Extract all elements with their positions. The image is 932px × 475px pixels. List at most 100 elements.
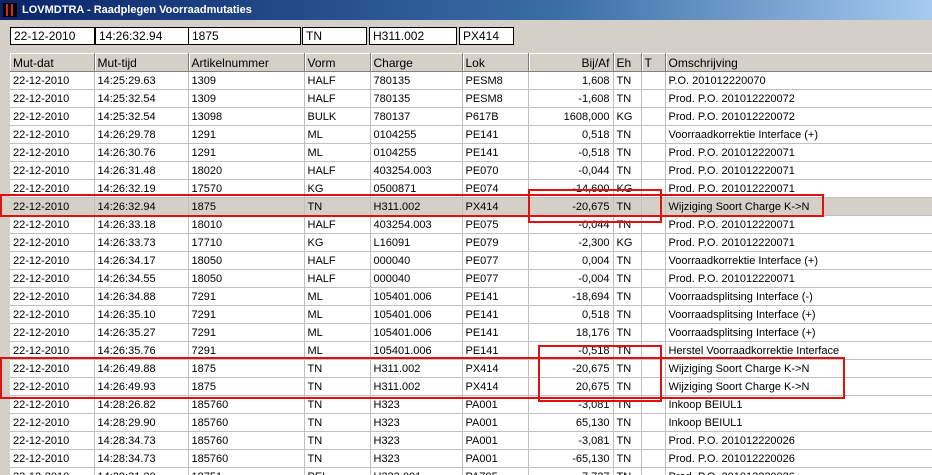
table-cell: 65,130 [528, 413, 614, 432]
charge-filter[interactable]: H311.002 [369, 27, 457, 45]
table-cell: -14,600 [528, 179, 614, 198]
table-cell: 0,004 [528, 251, 614, 270]
table-cell: Wijziging Soort Charge K->N [665, 197, 932, 216]
table-cell: 1875 [188, 377, 305, 396]
table-row[interactable]: 22-12-2010 14:28:34.73 185760 TN H323 PA001 -6… [10, 449, 932, 468]
table-cell: 22-12-2010 [10, 467, 95, 475]
table-cell: 000040 [370, 251, 463, 270]
table-cell: 1875 [188, 359, 305, 378]
table-cell: ML [304, 305, 371, 324]
table-cell: 185760 [188, 449, 305, 468]
table-cell: PE141 [462, 341, 529, 360]
location-filter[interactable]: PX414 [459, 27, 514, 45]
date-filter[interactable]: 22-12-2010 [10, 27, 95, 45]
table-cell: Voorraadkorrektie Interface (+) [665, 251, 932, 270]
column-header[interactable]: Mut-tijd [94, 53, 189, 72]
table-row[interactable]: 22-12-2010 14:26:49.93 1875 TN H311.002 PX414… [10, 377, 932, 396]
table-cell: P.O. 201012220070 [665, 71, 932, 90]
table-cell: -20,675 [528, 197, 614, 216]
table-cell: Prod. P.O. 201012220071 [665, 233, 932, 252]
table-row[interactable]: 22-12-2010 14:26:32.94 1875 TN H311.002 PX414… [10, 197, 932, 216]
table-cell: Prod. P.O. 201012220071 [665, 161, 932, 180]
form-filter[interactable]: TN [302, 27, 367, 45]
table-cell: 14:26:29.78 [94, 125, 189, 144]
column-header[interactable]: Eh [613, 53, 642, 72]
table-cell: 22-12-2010 [10, 413, 95, 432]
table-cell: TN [613, 413, 642, 432]
table-cell: 1291 [188, 125, 305, 144]
table-row[interactable]: 22-12-2010 14:28:26.82 185760 TN H323 PA001 -3… [10, 395, 932, 414]
table-cell [641, 125, 666, 144]
table-cell: ML [304, 125, 371, 144]
column-header[interactable]: Mut-dat [10, 53, 95, 72]
table-cell: 105401.006 [370, 305, 463, 324]
table-row[interactable]: 22-12-2010 14:26:29.78 1291 ML 0104255 PE141 0… [10, 125, 932, 144]
table-row[interactable]: 22-12-2010 14:25:29.63 1309 HALF 780135 PESM8… [10, 71, 932, 90]
table-cell: TN [613, 269, 642, 288]
table-cell: Inkoop BEIUL1 [665, 413, 932, 432]
table-cell: -0,044 [528, 161, 614, 180]
table-row[interactable]: 22-12-2010 14:25:32.54 1309 HALF 780135 PESM8… [10, 89, 932, 108]
article-filter[interactable]: 1875 [188, 27, 301, 45]
table-cell: 0104255 [370, 143, 463, 162]
table-cell: 14:26:31.48 [94, 161, 189, 180]
table-cell: 105401.006 [370, 341, 463, 360]
table-cell: 22-12-2010 [10, 251, 95, 270]
table-cell: -3,081 [528, 395, 614, 414]
table-cell: TN [613, 395, 642, 414]
table-cell: Prod. P.O. 201012220026 [665, 431, 932, 450]
table-cell: PE141 [462, 125, 529, 144]
table-row[interactable]: 22-12-2010 14:26:35.27 7291 ML 105401.006 PE1… [10, 323, 932, 342]
table-cell [641, 359, 666, 378]
table-row[interactable]: 22-12-2010 14:26:30.76 1291 ML 0104255 PE141-… [10, 143, 932, 162]
table-cell: 22-12-2010 [10, 269, 95, 288]
table-cell: TN [304, 413, 371, 432]
table-row[interactable]: 22-12-2010 14:25:32.54 13098 BULK 780137 P617… [10, 107, 932, 126]
table-cell: ML [304, 323, 371, 342]
table-row[interactable]: 22-12-2010 14:26:33.73 17710 KG L16091 PE079-… [10, 233, 932, 252]
column-header[interactable]: Lok [462, 53, 529, 72]
table-row[interactable]: 22-12-2010 14:28:29.90 185760 TN H323 PA001 65… [10, 413, 932, 432]
table-cell [641, 251, 666, 270]
column-header[interactable]: Charge [370, 53, 463, 72]
table-cell: 14:26:35.27 [94, 323, 189, 342]
column-header[interactable]: Omschrijving [665, 53, 932, 72]
table-cell: PA001 [462, 395, 529, 414]
time-filter[interactable]: 14:26:32.94 [95, 27, 192, 45]
table-cell: H323 [370, 449, 463, 468]
table-cell: Prod. P.O. 201012220071 [665, 179, 932, 198]
table-cell: Wijziging Soort Charge K->N [665, 359, 932, 378]
table-cell: TN [613, 161, 642, 180]
app-icon [3, 3, 17, 17]
table-cell: 1309 [188, 89, 305, 108]
column-header[interactable]: T [641, 53, 666, 72]
table-cell: PE141 [462, 305, 529, 324]
column-header[interactable]: Artikelnummer [188, 53, 305, 72]
table-cell: TN [613, 431, 642, 450]
table-row[interactable]: 22-12-2010 14:26:49.88 1875 TN H311.002 PX414… [10, 359, 932, 378]
table-row[interactable]: 22-12-2010 14:28:34.73 185760 TN H323 PA001 -3… [10, 431, 932, 450]
window-title: LOVMDTRA - Raadplegen Voorraadmutaties [22, 4, 252, 16]
table-cell: 22-12-2010 [10, 161, 95, 180]
table-cell: ML [304, 287, 371, 306]
table-row[interactable]: 22-12-2010 14:26:34.55 18050 HALF 000040 PE07… [10, 269, 932, 288]
table-cell: PA795 [462, 467, 529, 475]
table-cell: 18050 [188, 269, 305, 288]
table-row[interactable]: 22-12-2010 14:26:32.19 17570 KG 0500871 PE074… [10, 179, 932, 198]
table-row[interactable]: 22-12-201014:29:31.2018751PELH323.001PA7… [10, 467, 932, 475]
table-row[interactable]: 22-12-2010 14:26:34.17 18050 HALF 000040 PE07… [10, 251, 932, 270]
column-header[interactable]: Bij/Af [528, 53, 614, 72]
table-cell: 7291 [188, 323, 305, 342]
column-header[interactable]: Vorm [304, 53, 371, 72]
table-cell: 18751 [188, 467, 305, 475]
table-row[interactable]: 22-12-2010 14:26:33.18 18010 HALF 403254.003… [10, 215, 932, 234]
table-cell: H311.002 [370, 359, 463, 378]
table-row[interactable]: 22-12-2010 14:26:35.76 7291 ML 105401.006 PE1… [10, 341, 932, 360]
table-row[interactable]: 22-12-2010 14:26:34.88 7291 ML 105401.006 PE1… [10, 287, 932, 306]
table-cell: TN [613, 125, 642, 144]
table-cell: ML [304, 143, 371, 162]
table-row[interactable]: 22-12-2010 14:26:35.10 7291 ML 105401.006 PE1… [10, 305, 932, 324]
table-cell: 22-12-2010 [10, 287, 95, 306]
table-cell [641, 233, 666, 252]
table-row[interactable]: 22-12-2010 14:26:31.48 18020 HALF 403254.003… [10, 161, 932, 180]
